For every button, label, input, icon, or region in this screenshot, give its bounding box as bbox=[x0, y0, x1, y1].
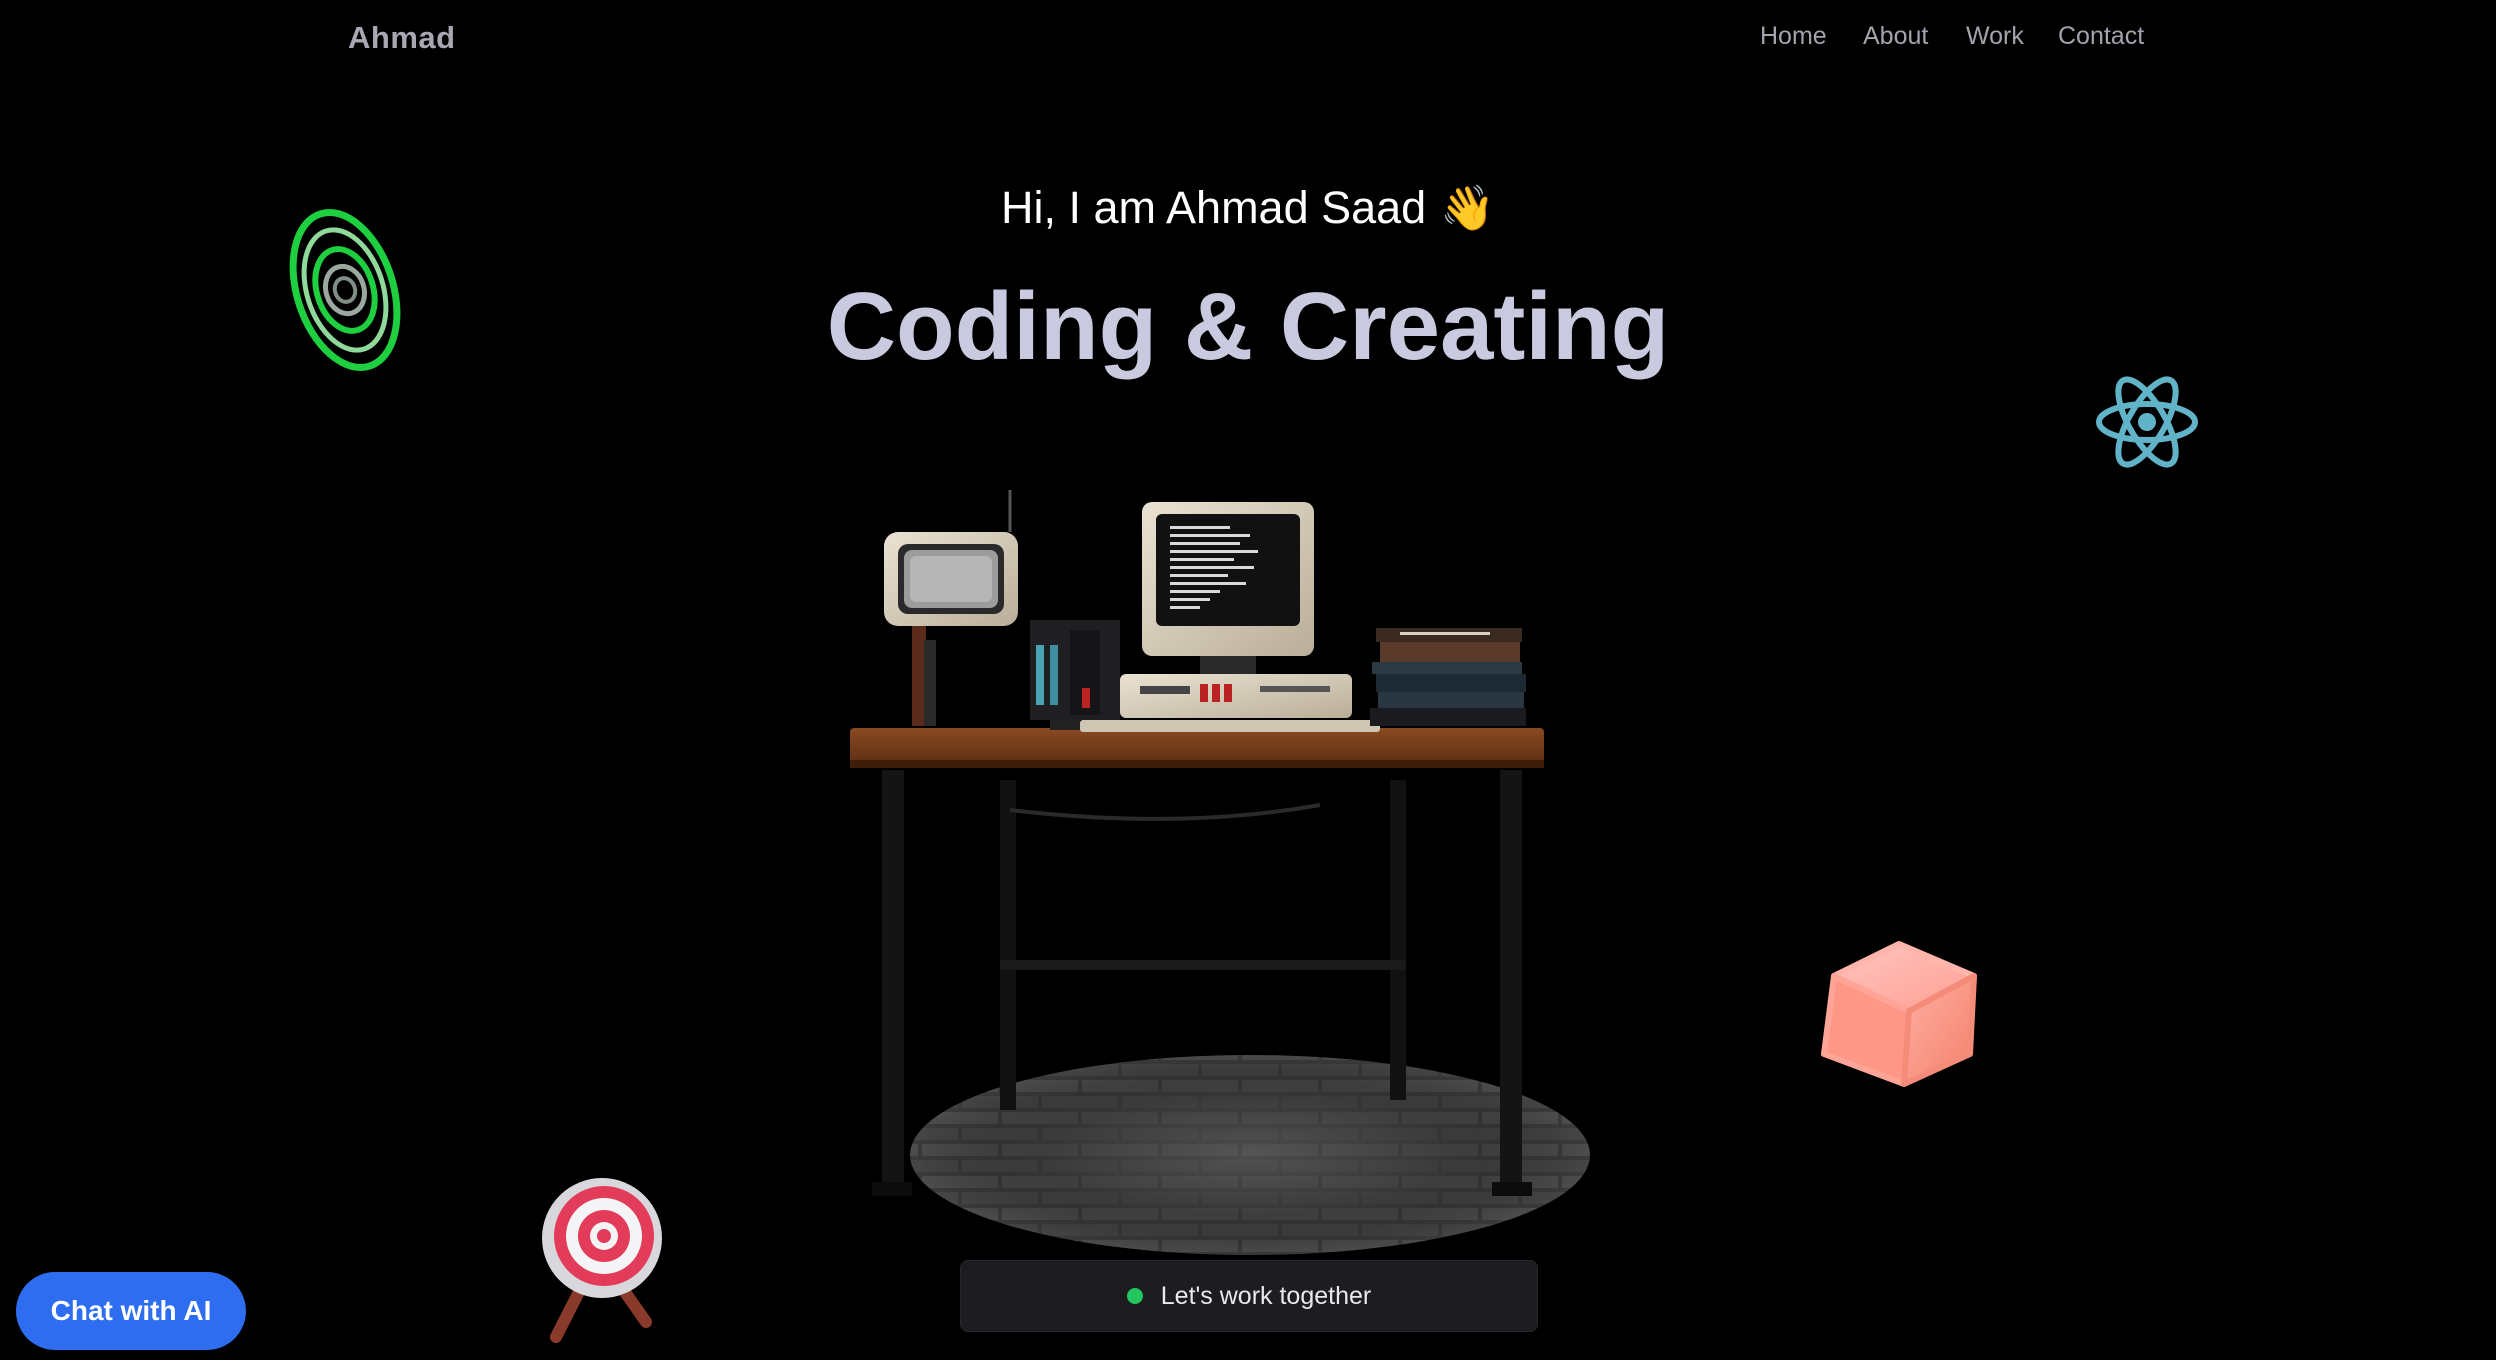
greeting-text: Hi, I am Ahmad Saad bbox=[1000, 182, 1427, 233]
main-nav: Home About Work Contact bbox=[0, 22, 2496, 62]
nav-home[interactable]: Home bbox=[1760, 22, 1827, 51]
nav-work[interactable]: Work bbox=[1966, 22, 2024, 51]
target-icon bbox=[542, 1178, 662, 1343]
nav-contact[interactable]: Contact bbox=[2058, 22, 2144, 51]
page: Ahmad Home About Work Contact Hi, I am A… bbox=[0, 0, 2496, 1360]
retro-computer-desk-scene bbox=[850, 490, 1595, 1260]
chat-with-ai-button[interactable]: Chat with AI bbox=[16, 1272, 246, 1350]
nav-about[interactable]: About bbox=[1863, 22, 1928, 51]
green-rings-icon bbox=[289, 208, 401, 372]
work-together-label: Let's work together bbox=[1160, 1281, 1372, 1310]
waving-hand-icon: 👋 bbox=[1440, 184, 1495, 233]
pink-cube-icon bbox=[1821, 941, 1977, 1087]
work-together-button[interactable]: Let's work together bbox=[960, 1260, 1538, 1332]
react-logo-icon bbox=[2096, 376, 2198, 468]
status-dot bbox=[1126, 1288, 1143, 1304]
